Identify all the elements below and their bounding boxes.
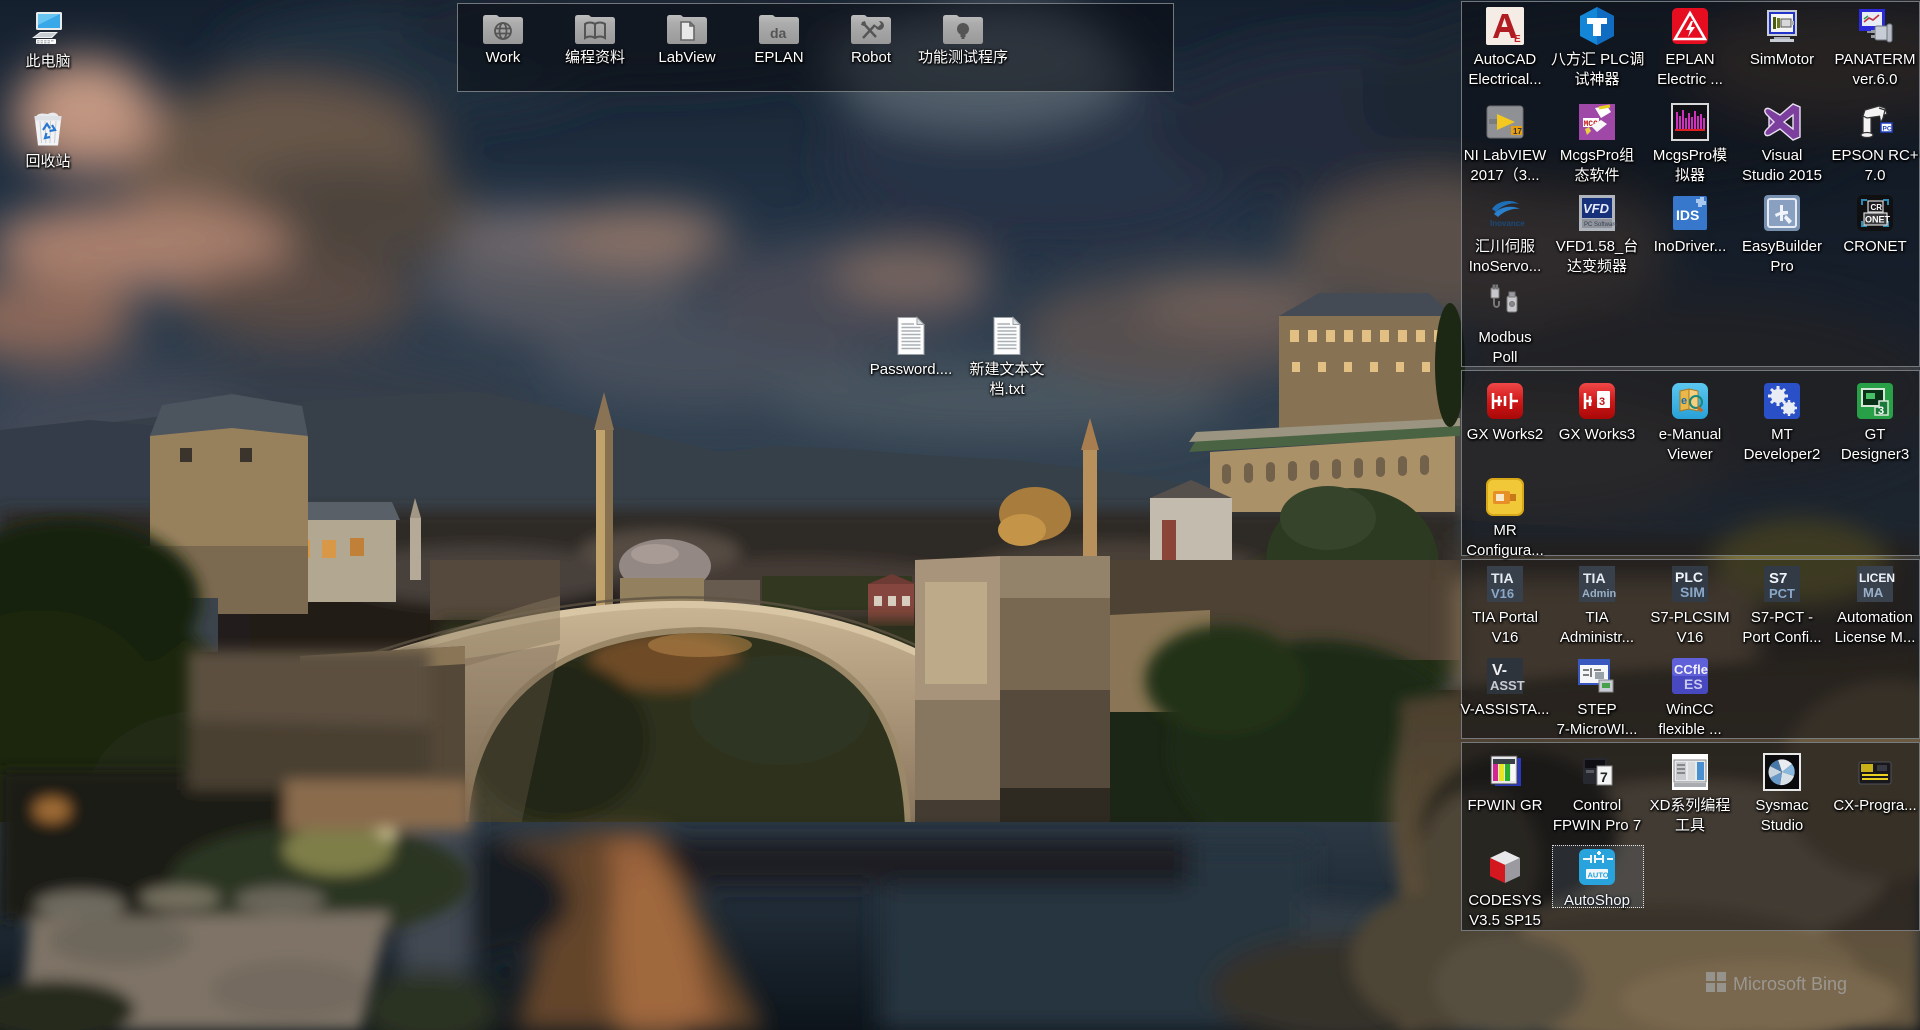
svg-text:IDS: IDS [1676, 207, 1699, 223]
svg-text:Microsoft Bing: Microsoft Bing [1733, 974, 1847, 994]
svg-text:e: e [1681, 395, 1687, 407]
svg-text:VFD: VFD [1583, 201, 1610, 216]
svg-text:TIA: TIA [1583, 570, 1606, 586]
svg-text:PC: PC [1883, 126, 1892, 133]
svg-text:SIM: SIM [1680, 584, 1705, 600]
svg-text:3: 3 [1599, 396, 1605, 408]
svg-text:ASST: ASST [1490, 678, 1525, 693]
svg-text:S7: S7 [1769, 570, 1787, 587]
svg-text:E: E [1514, 34, 1521, 45]
svg-text:Admin: Admin [1582, 588, 1617, 600]
svg-text:LICEN: LICEN [1859, 571, 1895, 585]
svg-text:TIA: TIA [1491, 570, 1514, 586]
svg-text:ES: ES [1684, 676, 1703, 692]
svg-text:7: 7 [1600, 769, 1608, 785]
svg-text:CR: CR [1871, 203, 1883, 212]
svg-text:3: 3 [1878, 405, 1884, 417]
svg-text:PC Software: PC Software [1584, 222, 1617, 228]
svg-text:17: 17 [1513, 127, 1522, 136]
svg-text:CCfle: CCfle [1674, 662, 1708, 677]
svg-text:V16: V16 [1491, 586, 1514, 601]
svg-text:PCT: PCT [1769, 586, 1795, 601]
svg-text:da: da [770, 25, 787, 41]
svg-text:ONET: ONET [1865, 215, 1891, 225]
svg-text:V-: V- [1492, 662, 1507, 679]
svg-text:PLC: PLC [1675, 569, 1703, 585]
svg-text:Inovance: Inovance [1490, 219, 1525, 228]
svg-text:MA: MA [1863, 585, 1884, 600]
